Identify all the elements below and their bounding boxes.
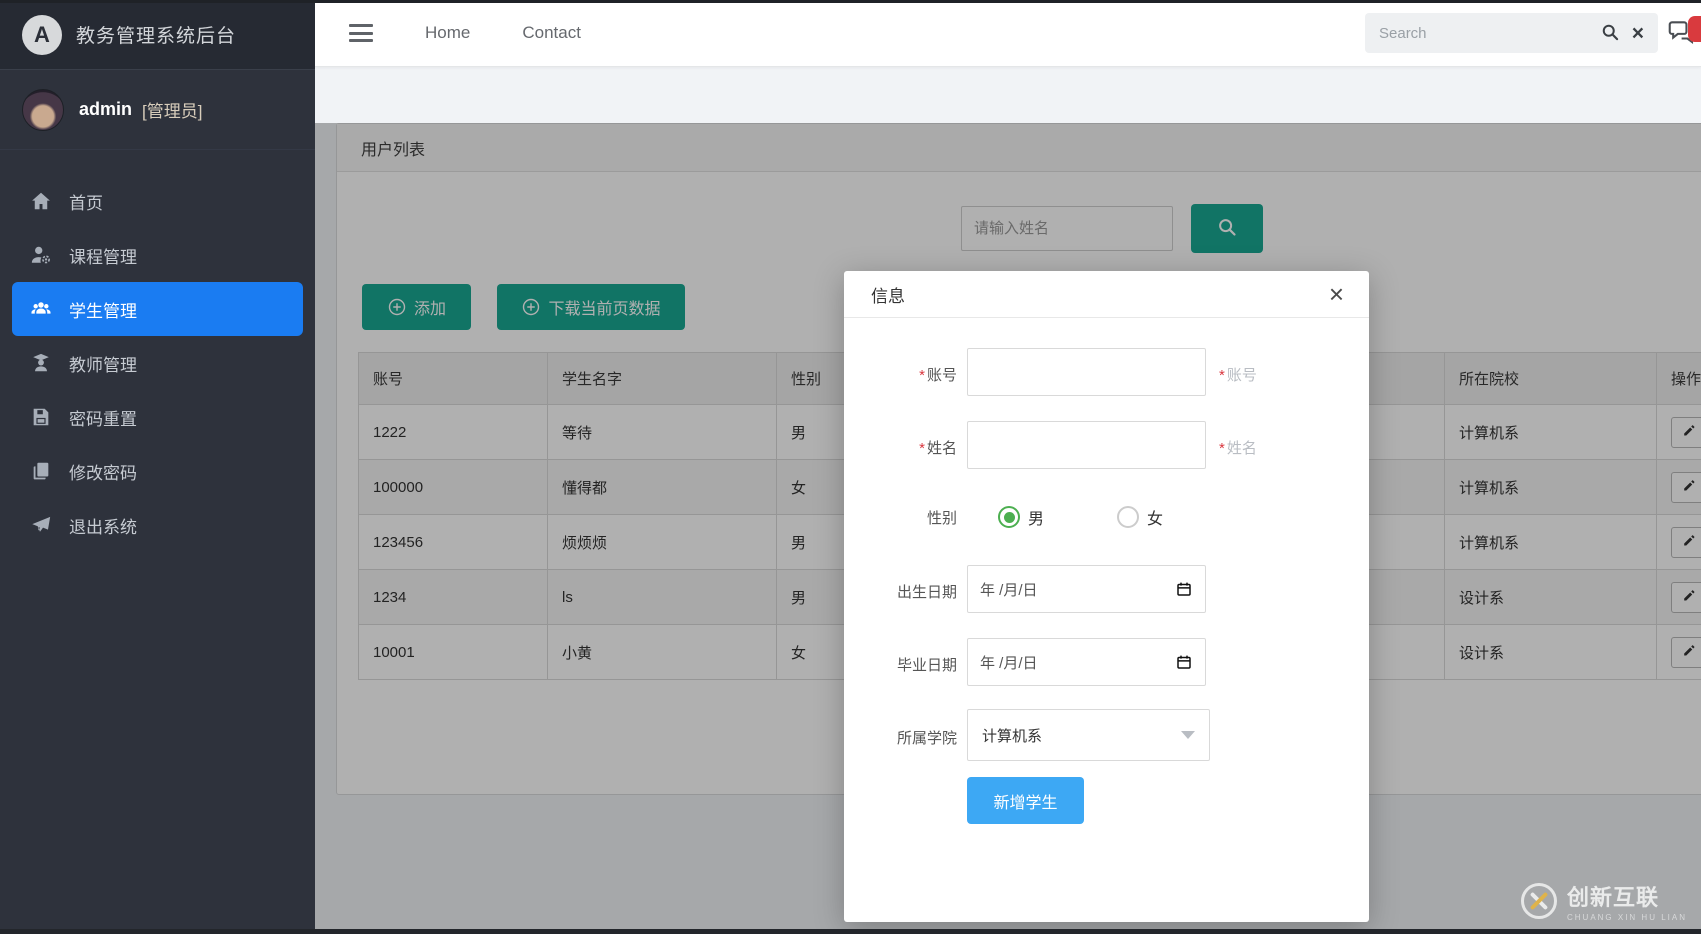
navbar-search-box: × — [1365, 13, 1658, 53]
sidebar-item-label: 首页 — [69, 189, 103, 214]
name-label: *姓名 — [797, 437, 957, 458]
sidebar-item-home[interactable]: 首页 — [0, 174, 315, 228]
sidebar-item-label: 退出系统 — [69, 513, 137, 538]
college-select[interactable]: 计算机系 — [967, 709, 1210, 761]
graduation-date-label: 毕业日期 — [797, 654, 957, 675]
required-mark: * — [1219, 367, 1225, 384]
copy-icon — [30, 460, 54, 482]
sidebar-item-password-reset[interactable]: 密码重置 — [0, 390, 315, 444]
window-edge-top — [0, 0, 1701, 3]
required-mark: * — [919, 440, 925, 457]
search-icon[interactable] — [1600, 22, 1622, 44]
sidebar-item-label: 修改密码 — [69, 459, 137, 484]
navbar-search-input[interactable] — [1365, 25, 1600, 42]
account-input[interactable] — [967, 348, 1206, 396]
sidebar: A 教务管理系统后台 admin [管理员] 首页 课程管理 学生管理 — [0, 0, 315, 934]
avatar — [22, 89, 64, 131]
brand: A 教务管理系统后台 — [0, 0, 315, 70]
birth-date-label: 出生日期 — [797, 581, 957, 602]
sidebar-menu: 首页 课程管理 学生管理 教师管理 密码重置 — [0, 174, 315, 552]
birth-date-input[interactable]: 年 /月/日 — [967, 565, 1206, 613]
teacher-icon — [30, 352, 54, 374]
name-hint: *姓名 — [1219, 437, 1257, 458]
college-select-value: 计算机系 — [982, 725, 1042, 746]
user-block: admin [管理员] — [0, 70, 315, 150]
required-mark: * — [1219, 440, 1225, 457]
user-role: [管理员] — [142, 97, 202, 122]
date-placeholder: 年 /月/日 — [980, 652, 1038, 673]
users-icon — [30, 298, 54, 320]
college-label: 所属学院 — [797, 727, 957, 748]
modal-title: 信息 — [871, 282, 905, 307]
chevron-down-icon — [1181, 731, 1195, 739]
sidebar-item-label: 学生管理 — [69, 297, 137, 322]
nav-link-contact[interactable]: Contact — [522, 23, 581, 43]
home-icon — [30, 190, 54, 212]
sidebar-item-change-password[interactable]: 修改密码 — [0, 444, 315, 498]
gender-row: 性别 男 女 — [844, 503, 1369, 531]
calendar-icon[interactable] — [1175, 580, 1193, 598]
hamburger-menu-icon[interactable] — [349, 24, 373, 42]
search-clear-icon[interactable]: × — [1632, 23, 1644, 44]
close-icon[interactable]: × — [1329, 281, 1344, 307]
notification-badge — [1688, 16, 1701, 42]
graduation-date-input[interactable]: 年 /月/日 — [967, 638, 1206, 686]
sidebar-item-teachers[interactable]: 教师管理 — [0, 336, 315, 390]
sidebar-item-logout[interactable]: 退出系统 — [0, 498, 315, 552]
calendar-icon[interactable] — [1175, 653, 1193, 671]
gender-female-radio[interactable] — [1117, 506, 1139, 528]
user-gear-icon — [30, 244, 54, 266]
gender-male-label: 男 — [1028, 505, 1044, 529]
exit-icon — [30, 514, 54, 536]
window-edge-bottom — [0, 929, 1701, 934]
sidebar-item-label: 密码重置 — [69, 405, 137, 430]
modal-header: 信息 × — [844, 271, 1369, 318]
sidebar-item-students[interactable]: 学生管理 — [12, 282, 303, 336]
watermark-subtitle: CHUANG XIN HU LIAN — [1567, 913, 1687, 922]
watermark-logo-icon — [1521, 883, 1557, 919]
account-label: *账号 — [797, 364, 957, 385]
watermark: 创新互联 CHUANG XIN HU LIAN — [1521, 880, 1687, 922]
watermark-title: 创新互联 — [1567, 880, 1687, 912]
user-name: admin — [79, 99, 132, 120]
name-input[interactable] — [967, 421, 1206, 469]
brand-title: 教务管理系统后台 — [76, 21, 236, 48]
sidebar-item-label: 课程管理 — [69, 243, 137, 268]
info-modal: 信息 × *账号 *账号 *姓名 *姓名 性别 男 女 出生日期 年 /月/日 — [844, 271, 1369, 922]
top-navbar: Home Contact × — [315, 0, 1701, 67]
sidebar-item-courses[interactable]: 课程管理 — [0, 228, 315, 282]
add-student-button[interactable]: 新增学生 — [967, 777, 1084, 824]
floppy-icon — [30, 406, 54, 428]
nav-link-home[interactable]: Home — [425, 23, 470, 43]
required-mark: * — [919, 367, 925, 384]
account-hint: *账号 — [1219, 364, 1257, 385]
gender-female-label: 女 — [1147, 505, 1163, 529]
date-placeholder: 年 /月/日 — [980, 579, 1038, 600]
sidebar-item-label: 教师管理 — [69, 351, 137, 376]
gender-label: 性别 — [797, 507, 957, 528]
notifications[interactable] — [1668, 15, 1701, 55]
brand-logo-icon: A — [22, 15, 62, 55]
gender-male-radio[interactable] — [998, 506, 1020, 528]
